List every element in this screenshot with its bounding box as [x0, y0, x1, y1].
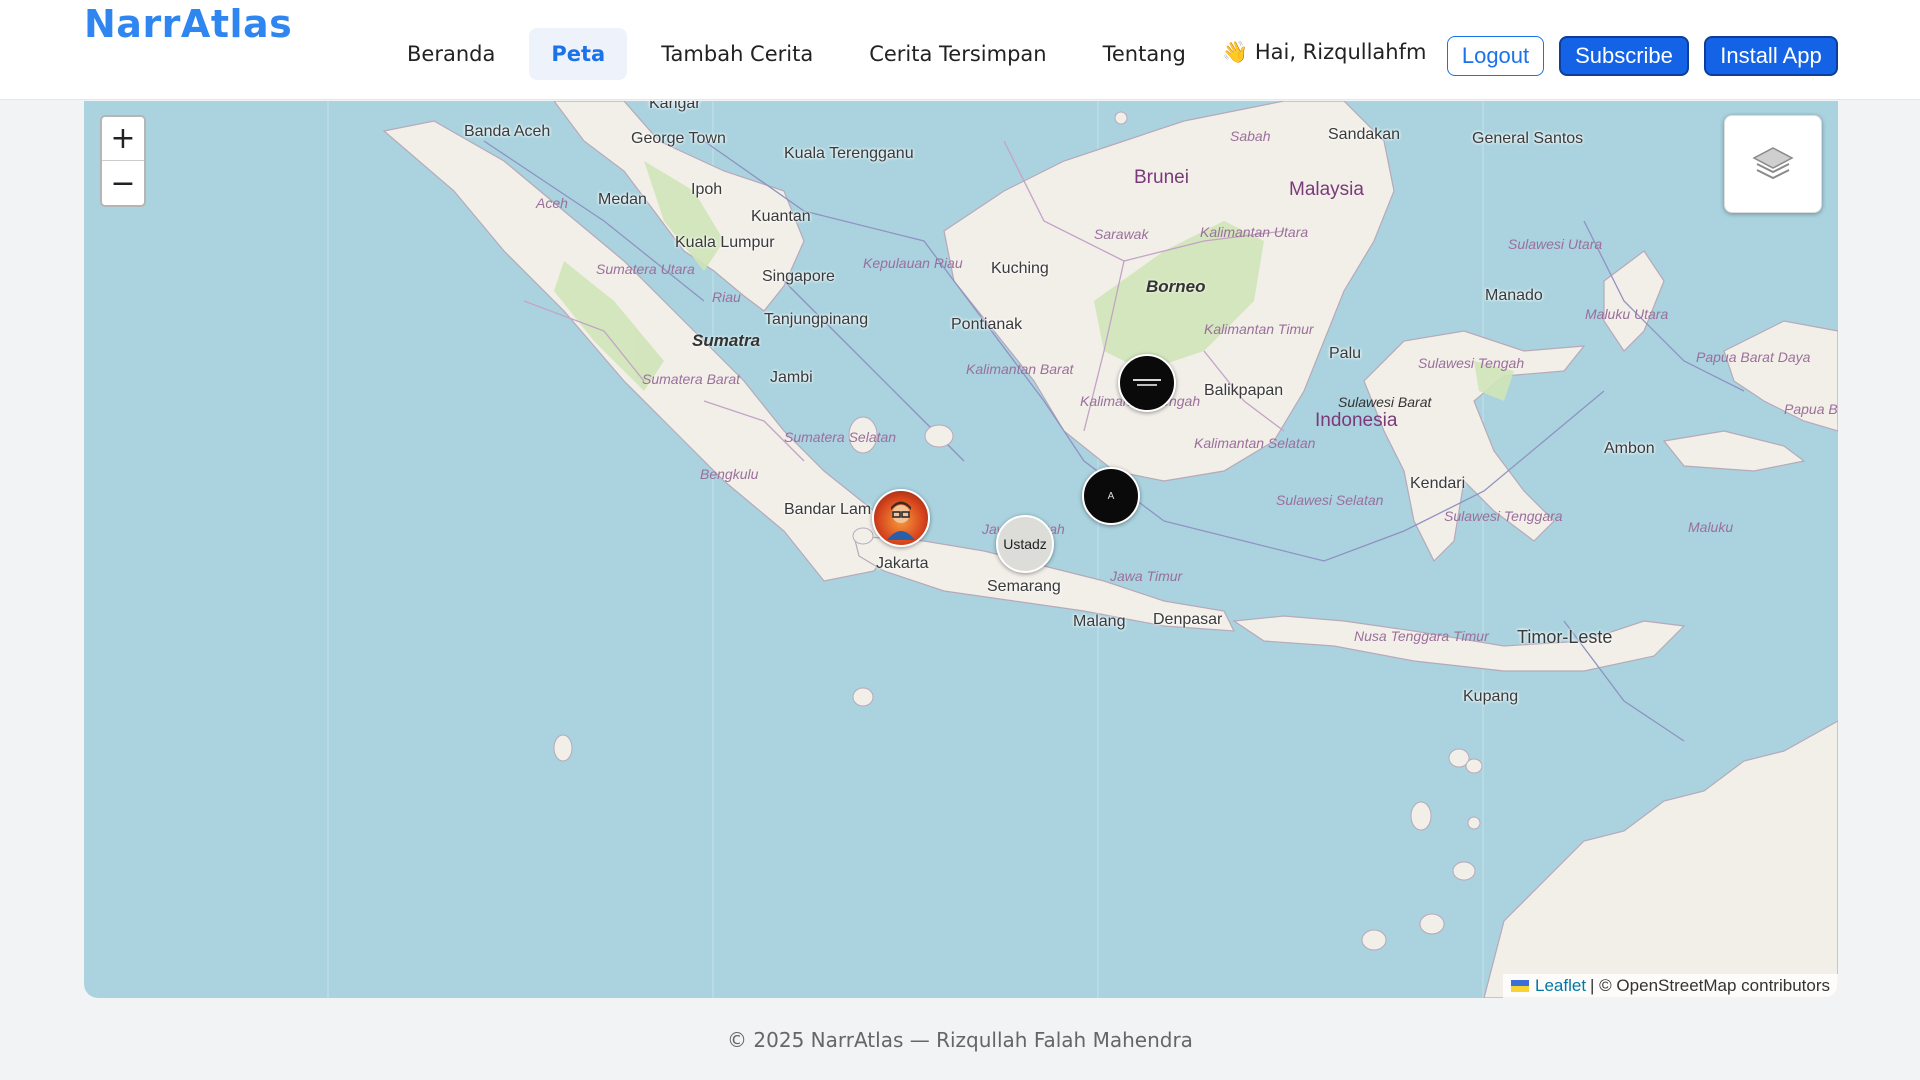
story-marker-kalteng[interactable]	[1118, 354, 1176, 412]
region-sulawesi-selatan: Sulawesi Selatan	[1276, 492, 1384, 508]
marker-caption: Ustadz	[1003, 536, 1047, 552]
place-jakarta: Jakarta	[876, 555, 929, 572]
zoom-out-button[interactable]: −	[102, 161, 144, 205]
story-marker-java-sea[interactable]: A	[1082, 467, 1140, 525]
nav-tentang[interactable]: Tentang	[1081, 28, 1208, 80]
country-label-brunei: Brunei	[1134, 167, 1189, 188]
region-sarawak: Sarawak	[1094, 226, 1149, 242]
place-jambi: Jambi	[770, 369, 813, 386]
leaflet-link[interactable]: Leaflet	[1535, 976, 1586, 996]
top-header: NarrAtlas Beranda Peta Tambah Cerita Cer…	[0, 0, 1920, 100]
place-denpasar: Denpasar	[1153, 611, 1223, 628]
zoom-in-button[interactable]: +	[102, 117, 144, 161]
region-sabah: Sabah	[1230, 128, 1271, 144]
region-maluku-utara: Maluku Utara	[1585, 306, 1669, 322]
country-label-malaysia: Malaysia	[1289, 179, 1364, 200]
layers-control-button[interactable]	[1724, 115, 1822, 213]
region-jawa-timur: Jawa Timur	[1110, 568, 1183, 584]
place-malang: Malang	[1073, 613, 1126, 630]
brand-logo[interactable]: NarrAtlas	[84, 2, 292, 46]
island-label-sumatra: Sumatra	[692, 331, 761, 350]
island-label-borneo: Borneo	[1146, 277, 1206, 296]
layers-icon	[1752, 147, 1794, 180]
place-kangar: Kangar	[649, 101, 701, 112]
region-papua-barat-daya: Papua Barat Daya	[1696, 349, 1811, 365]
marker-caption: A	[1107, 490, 1115, 502]
region-kalimantan-timur: Kalimantan Timur	[1204, 321, 1314, 337]
place-general-santos: General Santos	[1472, 130, 1584, 147]
region-maluku: Maluku	[1688, 519, 1734, 535]
place-manado: Manado	[1485, 287, 1543, 304]
place-semarang: Semarang	[987, 578, 1061, 595]
region-sumatera-utara: Sumatera Utara	[596, 261, 695, 277]
region-bengkulu: Bengkulu	[700, 466, 759, 482]
subscribe-button[interactable]: Subscribe	[1559, 36, 1689, 76]
region-sulawesi-tenggara: Sulawesi Tenggara	[1444, 508, 1563, 524]
region-sulawesi-utara: Sulawesi Utara	[1508, 236, 1603, 252]
place-medan: Medan	[598, 191, 647, 208]
region-nusa-tenggara-timur: Nusa Tenggara Timur	[1354, 628, 1489, 644]
user-greeting: 👋 Hai, Rizqullahfm	[1222, 40, 1427, 64]
place-kuching: Kuching	[991, 260, 1049, 277]
region-papua-b: Papua B	[1784, 401, 1838, 417]
place-kuala-terengganu: Kuala Terengganu	[784, 145, 914, 162]
nav-peta[interactable]: Peta	[529, 28, 628, 80]
region-kalimantan-utara: Kalimantan Utara	[1200, 224, 1309, 240]
map-attribution: Leaflet | © OpenStreetMap contributors	[1503, 974, 1838, 998]
place-ipoh: Ipoh	[691, 181, 723, 198]
place-ambon: Ambon	[1604, 440, 1655, 457]
region-aceh: Aceh	[536, 195, 568, 211]
marker-thumbnail-icon	[1133, 379, 1161, 386]
place-kuala-lumpur: Kuala Lumpur	[675, 234, 775, 251]
story-marker-ustadz[interactable]: Ustadz	[996, 515, 1054, 573]
region-kalimantan-selatan: Kalimantan Selatan	[1194, 435, 1316, 451]
place-kendari: Kendari	[1410, 475, 1466, 492]
osm-attribution-text: | © OpenStreetMap contributors	[1590, 976, 1830, 995]
place-tanjungpinang: Tanjungpinang	[764, 311, 869, 328]
region-riau: Riau	[712, 289, 741, 305]
avatar-icon	[887, 501, 915, 540]
place-pontianak: Pontianak	[951, 316, 1023, 333]
nav-beranda[interactable]: Beranda	[385, 28, 517, 80]
place-banda-aceh: Banda Aceh	[464, 123, 551, 140]
place-sandakan: Sandakan	[1328, 126, 1401, 143]
nav-tambah-cerita[interactable]: Tambah Cerita	[639, 28, 835, 80]
story-map[interactable]: Sumatra Borneo Brunei Malaysia Indonesia…	[84, 101, 1838, 998]
install-app-button[interactable]: Install App	[1704, 36, 1838, 76]
main-nav: Beranda Peta Tambah Cerita Cerita Tersim…	[385, 28, 1220, 80]
place-singapore: Singapore	[762, 268, 835, 285]
region-sumatera-selatan: Sumatera Selatan	[784, 429, 897, 445]
place-timor-leste: Timor-Leste	[1517, 627, 1613, 647]
place-kuantan: Kuantan	[751, 208, 811, 225]
region-kepulauan-riau: Kepulauan Riau	[863, 255, 963, 271]
zoom-control: + −	[100, 115, 146, 207]
nav-cerita-tersimpan[interactable]: Cerita Tersimpan	[847, 28, 1068, 80]
country-label-indonesia: Indonesia	[1315, 410, 1398, 431]
ukraine-flag-icon	[1511, 980, 1529, 992]
place-george-town: George Town	[631, 130, 726, 147]
story-marker-avatar[interactable]	[872, 489, 930, 547]
region-sulawesi-barat: Sulawesi Barat	[1338, 394, 1432, 410]
region-kalimantan-barat: Kalimantan Barat	[966, 361, 1074, 377]
place-palu: Palu	[1329, 345, 1362, 362]
place-balikpapan: Balikpapan	[1204, 382, 1284, 399]
page-footer: © 2025 NarrAtlas — Rizqullah Falah Mahen…	[727, 1028, 1193, 1052]
logout-button[interactable]: Logout	[1447, 36, 1544, 76]
region-sulawesi-tengah: Sulawesi Tengah	[1418, 355, 1525, 371]
region-sumatera-barat: Sumatera Barat	[642, 371, 741, 387]
place-kupang: Kupang	[1463, 688, 1519, 705]
place-bandar-lam: Bandar Lam	[784, 501, 872, 518]
